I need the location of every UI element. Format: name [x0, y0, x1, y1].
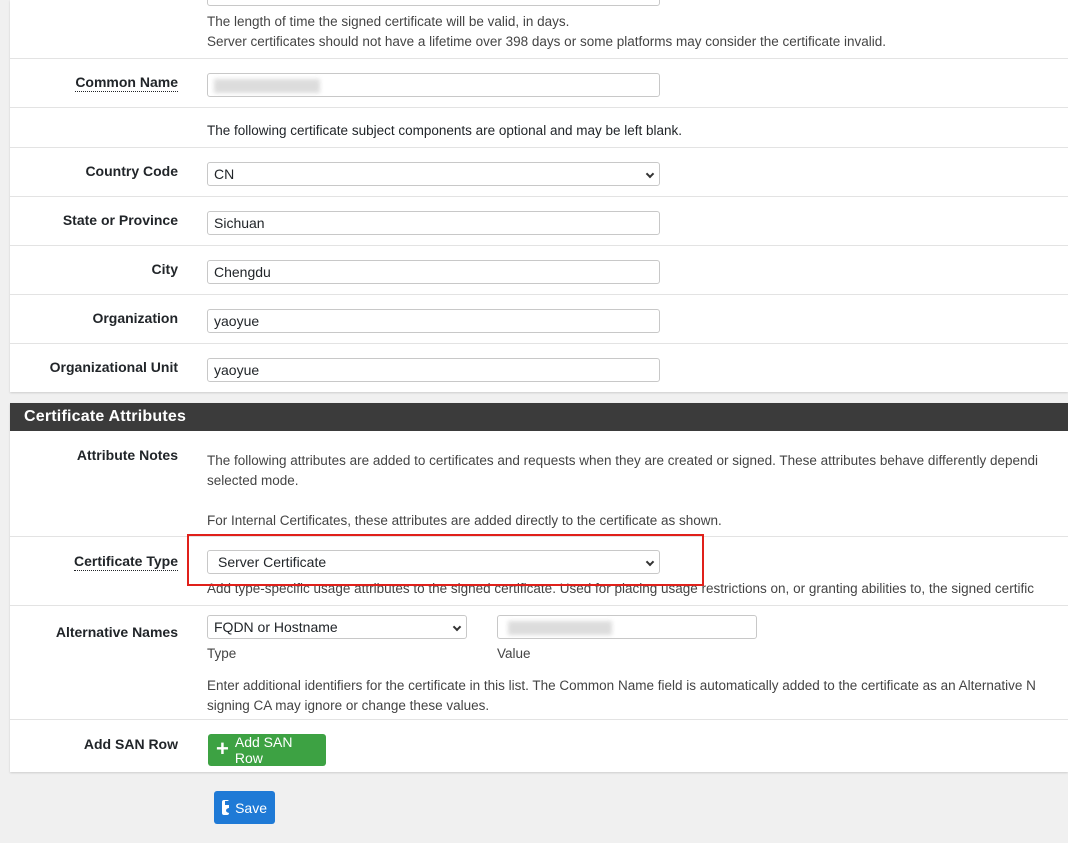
section-title: Certificate Attributes: [10, 403, 1068, 431]
attribute-notes-3: For Internal Certificates, these attribu…: [207, 513, 722, 528]
state-input[interactable]: Sichuan: [207, 211, 660, 235]
lifetime-input[interactable]: [207, 0, 660, 6]
alt-names-help-1: Enter additional identifiers for the cer…: [207, 678, 1036, 693]
cert-type-label: Certificate Type: [74, 553, 178, 571]
chevron-down-icon: [645, 557, 655, 567]
country-code-row: Country Code CN: [10, 148, 1068, 197]
optional-note: The following certificate subject compon…: [207, 123, 683, 138]
subject-panel: The length of time the signed certificat…: [10, 0, 1068, 392]
alt-names-help-2: signing CA may ignore or change these va…: [207, 698, 490, 713]
plus-icon: +: [216, 736, 229, 761]
add-san-button-label: Add SAN Row: [234, 734, 293, 766]
organization-input[interactable]: yaoyue: [207, 309, 660, 333]
cert-type-select[interactable]: Server Certificate: [207, 550, 660, 574]
org-unit-input[interactable]: yaoyue: [207, 358, 660, 382]
common-name-label: Common Name: [75, 74, 178, 92]
attribute-notes-label: Attribute Notes: [76, 447, 178, 463]
country-code-select[interactable]: CN: [207, 162, 660, 186]
add-san-row: Add SAN Row + Add SAN Row: [10, 720, 1068, 772]
redacted-blur: [214, 79, 320, 93]
organization-label: Organization: [92, 310, 178, 326]
org-unit-label: Organizational Unit: [49, 359, 178, 375]
org-unit-row: Organizational Unit yaoyue: [10, 344, 1068, 392]
organization-row: Organization yaoyue: [10, 295, 1068, 344]
common-name-row: Common Name: [10, 59, 1068, 108]
country-code-label: Country Code: [85, 163, 178, 179]
alt-value-caption: Value: [497, 646, 531, 661]
cert-type-row: Certificate Type Server Certificate Add …: [10, 537, 1068, 606]
attributes-panel: Certificate Attributes Attribute Notes T…: [10, 403, 1068, 772]
cert-type-help: Add type-specific usage attributes to th…: [207, 581, 1034, 596]
common-name-input[interactable]: [207, 73, 660, 97]
lifetime-help-2: Server certificates should not have a li…: [207, 34, 887, 49]
attribute-notes-row: Attribute Notes The following attributes…: [10, 431, 1068, 537]
save-button[interactable]: Save: [214, 791, 275, 824]
lifetime-row: The length of time the signed certificat…: [10, 0, 1068, 59]
state-label: State or Province: [62, 212, 178, 228]
attribute-notes-1: The following attributes are added to ce…: [207, 453, 1039, 468]
alt-value-input[interactable]: [497, 615, 757, 639]
optional-note-row: The following certificate subject compon…: [10, 108, 1068, 148]
city-input[interactable]: Chengdu: [207, 260, 660, 284]
add-san-button[interactable]: + Add SAN Row: [208, 734, 326, 766]
redacted-blur: [508, 621, 612, 635]
floppy-disk-icon: [222, 800, 234, 815]
alt-names-label: Alternative Names: [55, 624, 178, 640]
add-san-label: Add SAN Row: [83, 736, 178, 752]
city-label: City: [151, 261, 178, 277]
chevron-down-icon: [452, 622, 462, 632]
chevron-down-icon: [645, 169, 655, 179]
city-row: City Chengdu: [10, 246, 1068, 295]
lifetime-help-1: The length of time the signed certificat…: [207, 14, 570, 29]
attribute-notes-2: selected mode.: [207, 473, 299, 488]
alt-type-caption: Type: [207, 646, 237, 661]
alt-type-select[interactable]: FQDN or Hostname: [207, 615, 467, 639]
save-button-label: Save: [235, 799, 267, 816]
state-row: State or Province Sichuan: [10, 197, 1068, 246]
alt-names-row: Alternative Names FQDN or Hostname Type …: [10, 606, 1068, 720]
